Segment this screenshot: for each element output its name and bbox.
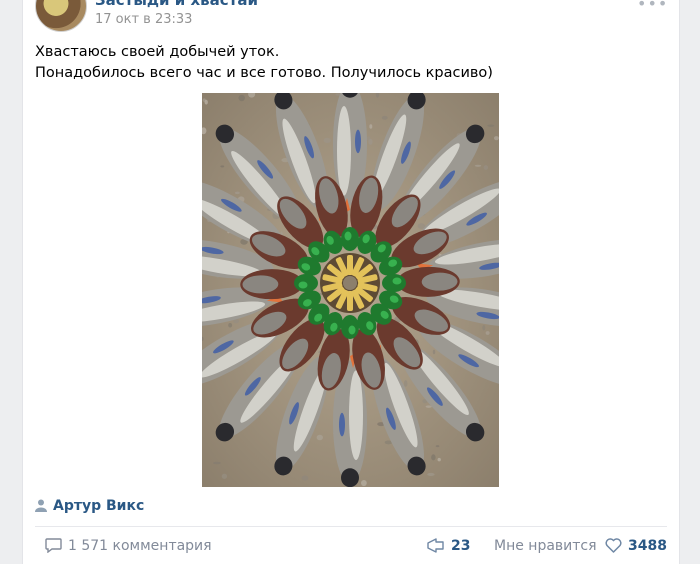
- post-text: Хвастаюсь своей добычей уток. Понадобило…: [35, 42, 493, 84]
- likes-count: 3488: [628, 538, 667, 554]
- post-text-line-1: Хвастаюсь своей добычей уток.: [35, 44, 280, 60]
- duck-arrangement-image: [202, 93, 499, 487]
- group-name-link[interactable]: Застыди и хвастай: [95, 0, 258, 9]
- post-card: Застыди и хвастай 17 окт в 23:33 ••• Хва…: [22, 0, 680, 564]
- share-button[interactable]: 23: [427, 538, 470, 554]
- comments-count: 1 571 комментария: [68, 538, 212, 554]
- group-avatar[interactable]: [35, 0, 87, 32]
- author-name: Артур Викс: [53, 498, 145, 514]
- heart-icon: [605, 538, 622, 553]
- comments-button[interactable]: 1 571 комментария: [45, 538, 212, 554]
- like-button[interactable]: Мне нравится 3488: [494, 538, 667, 554]
- author-signature[interactable]: Артур Викс: [35, 498, 144, 514]
- person-icon: [35, 499, 47, 512]
- shares-count: 23: [451, 538, 471, 554]
- share-icon: [427, 538, 444, 553]
- post-date[interactable]: 17 окт в 23:33: [95, 12, 192, 27]
- like-label: Мне нравится: [494, 538, 597, 554]
- more-icon[interactable]: •••: [637, 0, 668, 13]
- divider: [35, 526, 667, 527]
- post-text-line-2: Понадобилось всего час и все готово. Пол…: [35, 65, 493, 81]
- post-photo[interactable]: [202, 93, 499, 487]
- comment-icon: [45, 538, 62, 554]
